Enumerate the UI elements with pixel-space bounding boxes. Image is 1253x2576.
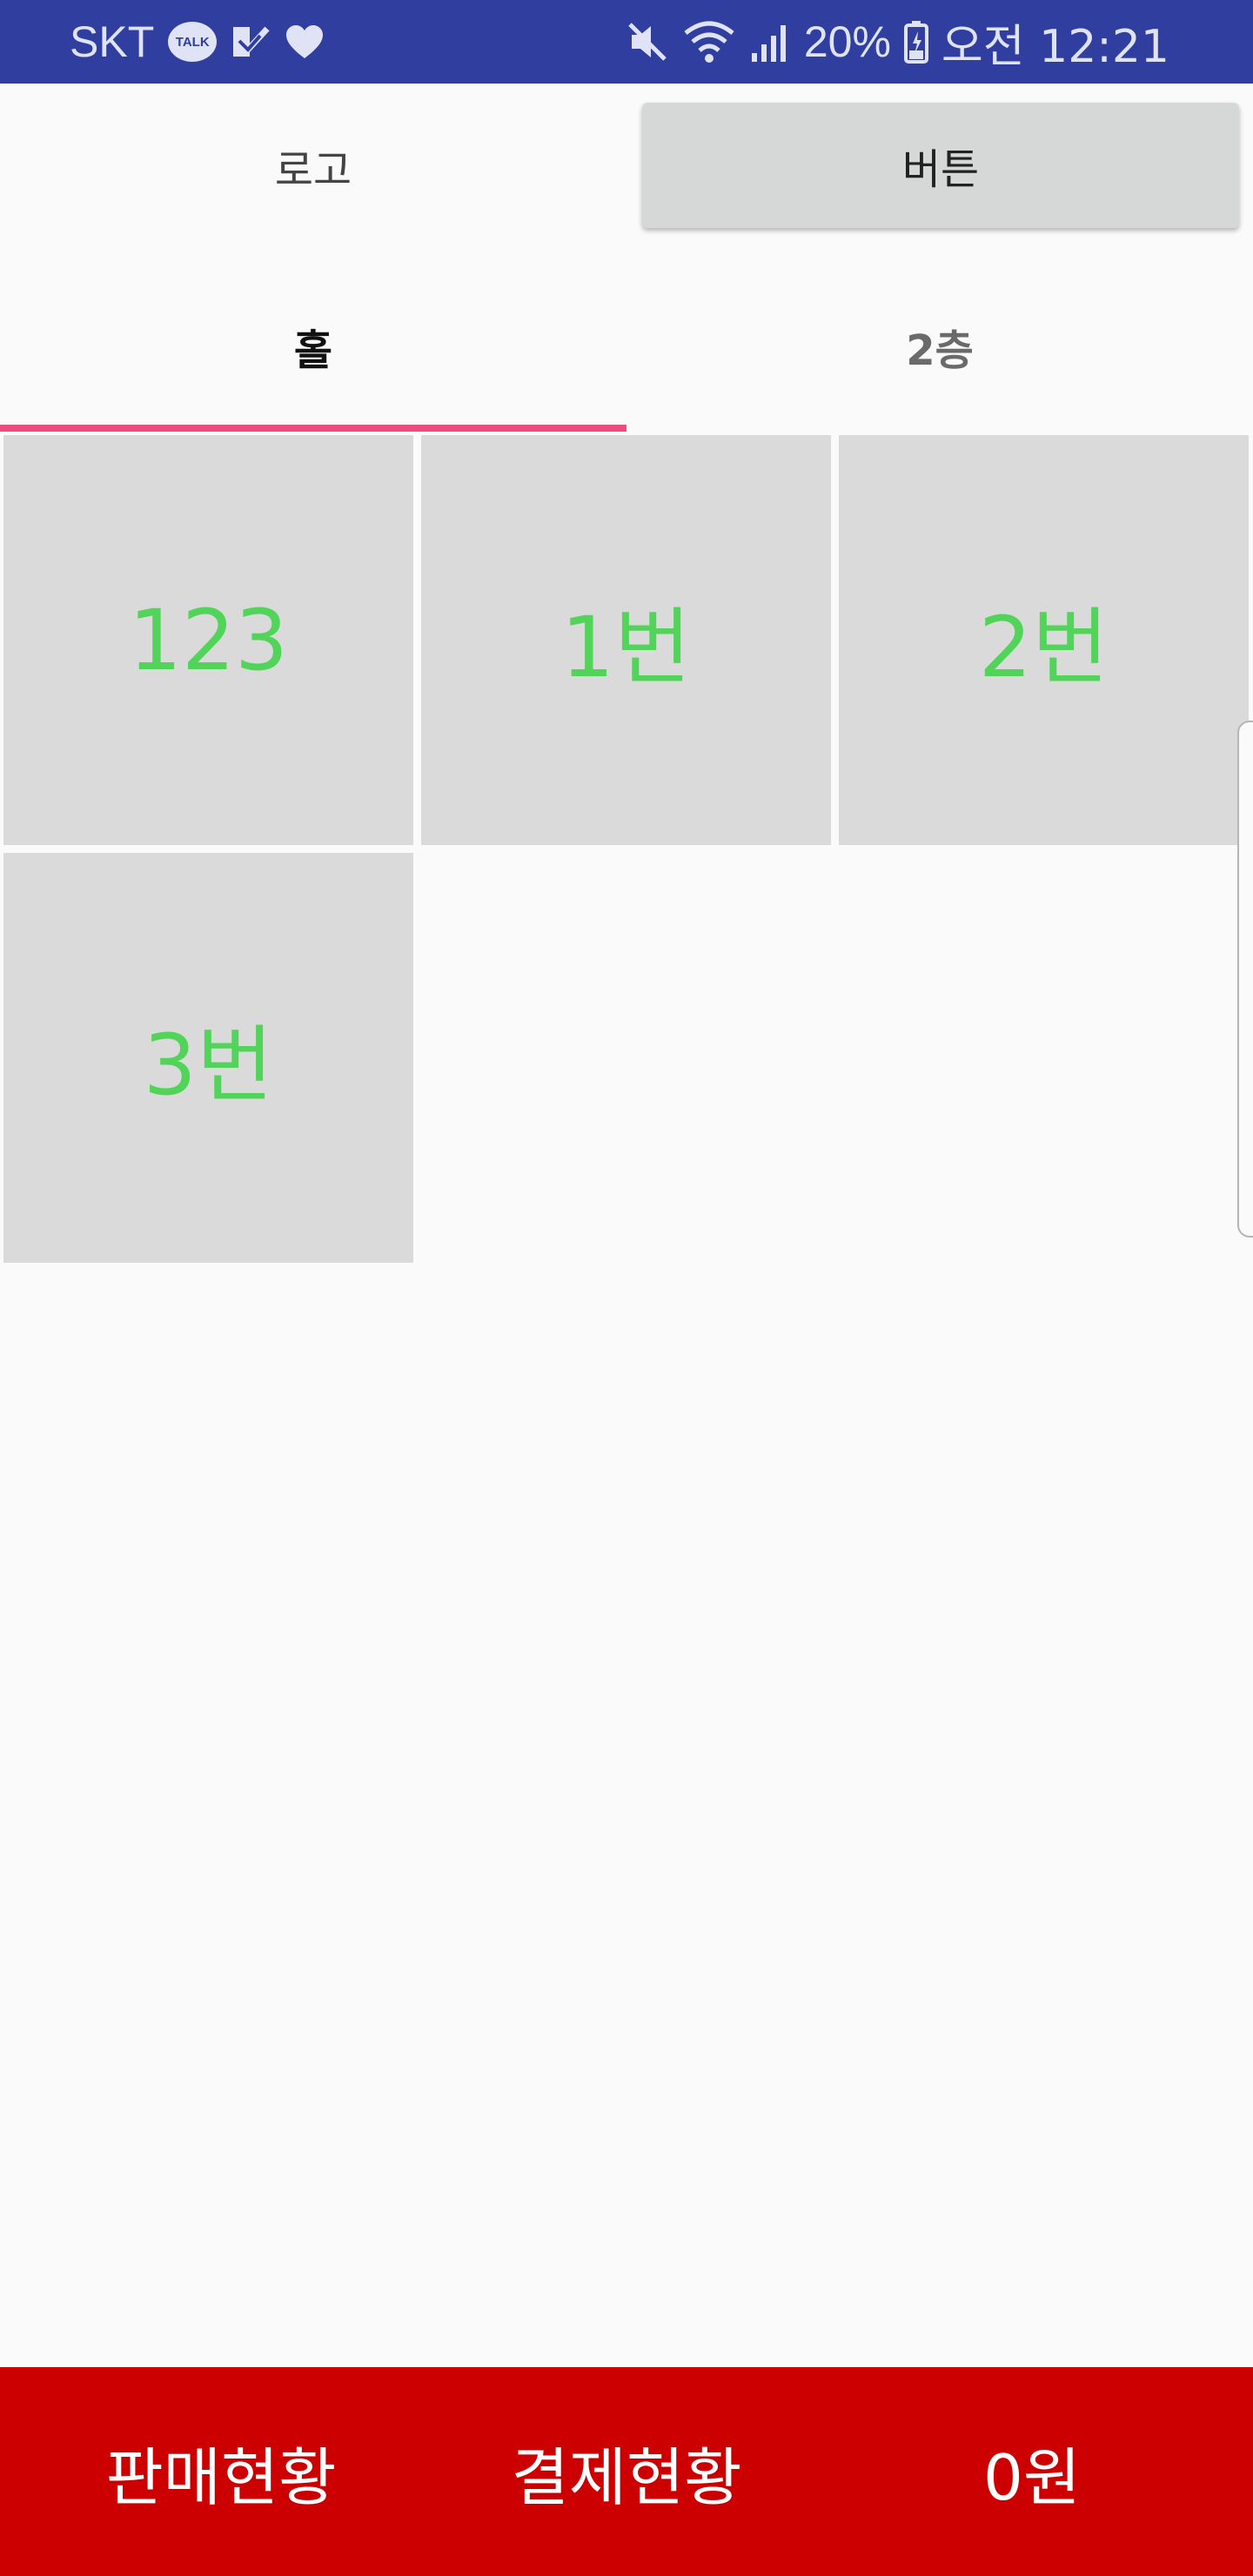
logo-label: 로고: [274, 146, 352, 195]
status-left: SKT TALK: [70, 0, 325, 84]
table-item[interactable]: 3번: [3, 853, 413, 1263]
table-label: 3번: [143, 1016, 274, 1114]
sales-status-button[interactable]: 판매현황: [12, 2367, 430, 2576]
battery-icon: [903, 19, 929, 64]
bottom-bar: 판매현황 결제현황 0원: [0, 2367, 1253, 2576]
carrier-label: SKT: [70, 17, 155, 66]
tab-bar: 홀 2층: [0, 261, 1253, 432]
kakaotalk-icon: TALK: [168, 22, 218, 62]
wifi-icon: [682, 19, 736, 64]
header-button[interactable]: 버튼: [642, 103, 1239, 228]
tab-indicator: [0, 425, 626, 432]
status-bar: SKT TALK 20% 오전 12:21: [0, 0, 1253, 84]
tab-floor-2[interactable]: 2층: [626, 261, 1253, 432]
table-label: 123: [128, 591, 289, 689]
clock: 오전 12:21: [941, 20, 1169, 73]
check-icon: [231, 23, 271, 60]
table-label: 1번: [560, 599, 692, 696]
kakaotalk-icon-text: TALK: [175, 34, 210, 50]
table-label: 2번: [978, 599, 1109, 696]
battery-percent: 20%: [803, 17, 891, 66]
table-item[interactable]: 123: [3, 435, 413, 845]
mute-icon: [625, 19, 670, 64]
status-right: 20% 오전 12:21: [625, 0, 1169, 84]
payment-status-button[interactable]: 결제현황: [418, 2367, 835, 2576]
heart-icon: [285, 23, 325, 60]
edge-panel-handle[interactable]: [1237, 721, 1253, 1238]
table-item[interactable]: 1번: [421, 435, 831, 845]
table-item[interactable]: 2번: [839, 435, 1249, 845]
signal-icon: [748, 20, 792, 64]
tab-hall[interactable]: 홀: [0, 261, 626, 432]
total-amount: 0원: [982, 2440, 1082, 2514]
